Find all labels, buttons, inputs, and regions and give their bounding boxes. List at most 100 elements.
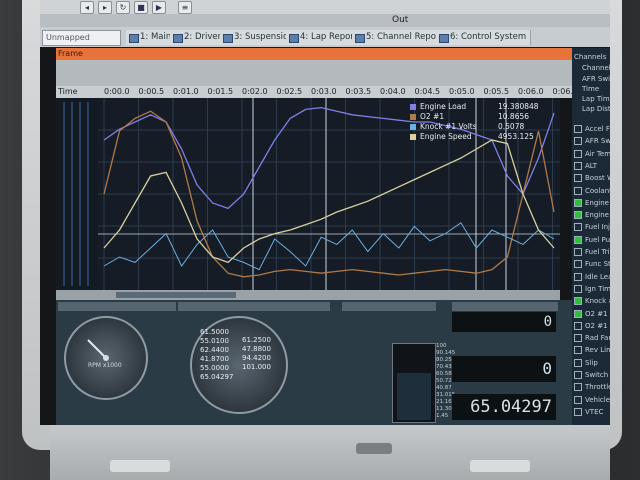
channel-checkbox[interactable] bbox=[574, 174, 582, 183]
channel-label: Func Status #1 bbox=[585, 260, 610, 269]
refresh-icon[interactable]: ↻ bbox=[116, 1, 130, 14]
channel-label: Rev Limit #2 bbox=[585, 346, 610, 355]
legend-swatch bbox=[410, 114, 416, 120]
channel-checkbox[interactable] bbox=[574, 186, 582, 195]
channel-item[interactable]: VTEC bbox=[574, 407, 610, 417]
channel-item[interactable]: ALT bbox=[574, 161, 610, 171]
channel-item[interactable]: Rev Limit #20.0 bbox=[574, 345, 610, 355]
channel-checkbox[interactable] bbox=[574, 149, 582, 158]
channel-item[interactable]: O2 #1 Filt Value5. bbox=[574, 321, 610, 331]
laptop-brand-logo bbox=[356, 443, 392, 454]
channel-item[interactable]: Engine Load19 bbox=[574, 198, 610, 208]
channel-item[interactable]: AFR Switch bbox=[574, 136, 610, 146]
tab-control-system[interactable]: 6: Control System bbox=[436, 30, 532, 45]
timeline-scrollbar[interactable] bbox=[56, 290, 560, 300]
rpm-label: RPM x1000 bbox=[88, 362, 122, 369]
channel-checkbox[interactable] bbox=[574, 309, 582, 318]
channel-checkbox[interactable] bbox=[574, 211, 582, 220]
channel-item[interactable]: Coolant Temp bbox=[574, 186, 610, 196]
channel-checkbox[interactable] bbox=[574, 223, 582, 232]
channel-item[interactable]: Boost WG Out bbox=[574, 173, 610, 183]
list-icon[interactable]: ≡ bbox=[178, 1, 192, 14]
channel-top-item[interactable]: Time bbox=[582, 84, 599, 94]
channel-checkbox[interactable] bbox=[574, 125, 582, 133]
channel-checkbox[interactable] bbox=[574, 346, 582, 355]
channel-checkbox[interactable] bbox=[574, 395, 582, 404]
channel-top-item[interactable]: Lap Time bbox=[582, 94, 610, 104]
channel-label: Air Temp bbox=[585, 149, 610, 158]
speed-extra-4: 101.000 bbox=[242, 363, 271, 371]
channel-checkbox[interactable] bbox=[574, 297, 582, 306]
channel-item[interactable]: Fuel Inj #01 Pulse bbox=[574, 222, 610, 232]
time-label: Time bbox=[58, 87, 78, 96]
channel-item[interactable]: Air Temp bbox=[574, 149, 610, 159]
legend-value: 0.5078 bbox=[498, 122, 525, 131]
forward-icon[interactable]: ▸ bbox=[98, 1, 112, 14]
channel-item[interactable]: Accel Fuel bbox=[574, 124, 610, 134]
tab-main[interactable]: 1: Main bbox=[126, 30, 177, 45]
channel-label: VTEC bbox=[585, 407, 604, 416]
tab-driver[interactable]: 2: Driver bbox=[170, 30, 227, 45]
rpm-dial: RPM x1000 bbox=[64, 316, 148, 400]
tab-lap-report[interactable]: 4: Lap Report bbox=[286, 30, 363, 45]
channel-item[interactable]: Ign Timing1 bbox=[574, 284, 610, 294]
legend-value: 19.380848 bbox=[498, 102, 539, 111]
channel-item[interactable]: Fuel Pump bbox=[574, 235, 610, 245]
frame-bar: Frame bbox=[56, 48, 574, 60]
channel-checkbox[interactable] bbox=[574, 161, 582, 170]
channel-checkbox[interactable] bbox=[574, 358, 582, 367]
channel-item[interactable]: Switch B/30 bbox=[574, 370, 610, 380]
channel-checkbox[interactable] bbox=[574, 198, 582, 207]
time-tick: 0:04.5 bbox=[414, 87, 441, 96]
time-tick: 0:02.0 bbox=[242, 87, 268, 96]
channel-item[interactable]: Knock #1 Volts0. bbox=[574, 296, 610, 306]
channel-item[interactable]: Slip bbox=[574, 358, 610, 368]
channel-item[interactable]: O2 #110. bbox=[574, 309, 610, 319]
gauge-panel: RPM x1000 61.5000 55.0100 62.4400 41.870… bbox=[56, 300, 572, 425]
channel-checkbox[interactable] bbox=[574, 272, 582, 281]
channel-checkbox[interactable] bbox=[574, 248, 582, 256]
channel-checkbox[interactable] bbox=[574, 137, 582, 146]
channel-item[interactable]: Func Status #1 bbox=[574, 259, 610, 269]
legend-entry: Knock #1 Volts 0.5078 bbox=[410, 122, 560, 132]
back-icon[interactable]: ◂ bbox=[80, 1, 94, 14]
channel-label: Fuel Trim (Accel) bbox=[585, 248, 610, 256]
channel-item[interactable]: Fuel Trim (Accel) bbox=[574, 247, 610, 257]
gauge-title-speed bbox=[178, 302, 330, 311]
tab-bar: Unmapped 1: Main 2: Driver 3: Suspension… bbox=[40, 27, 610, 47]
time-tick: 0:05.0 bbox=[449, 87, 475, 96]
channel-checkbox[interactable] bbox=[574, 383, 582, 392]
legend-value: 4953.125 bbox=[498, 132, 534, 141]
digit-small-1: 0 bbox=[452, 312, 556, 332]
channel-checkbox[interactable] bbox=[574, 407, 582, 416]
channel-checkbox[interactable] bbox=[574, 371, 582, 379]
laptop-screen: ◂ ▸ ↻ ■ ▶ ≡ Out Unmapped 1: Main 2: Driv… bbox=[40, 0, 610, 425]
channel-item[interactable]: Idle Learned Value0 bbox=[574, 272, 610, 282]
channel-label: Switch B/3 bbox=[585, 371, 610, 379]
layout-combo[interactable]: Unmapped bbox=[42, 30, 121, 46]
stop-icon[interactable]: ■ bbox=[134, 1, 148, 14]
channel-top-item[interactable]: AFR Switch bbox=[582, 74, 610, 84]
time-tick: 0:03.5 bbox=[345, 87, 372, 96]
channel-label: Accel Fuel bbox=[585, 125, 610, 133]
scroll-thumb[interactable] bbox=[116, 292, 236, 298]
channel-checkbox[interactable] bbox=[574, 284, 582, 293]
channel-item[interactable]: Engine Speed bbox=[574, 210, 610, 220]
panel-title: Channels bbox=[574, 53, 607, 61]
channel-item[interactable]: Vehicle Speed0 bbox=[574, 395, 610, 405]
channel-checkbox[interactable] bbox=[574, 321, 582, 330]
out-label: Out bbox=[392, 15, 409, 25]
channel-checkbox[interactable] bbox=[574, 260, 582, 269]
channel-checkbox[interactable] bbox=[574, 235, 582, 244]
gauge-title-digit bbox=[452, 302, 558, 311]
time-tick: 0:00.5 bbox=[138, 87, 165, 96]
channel-label: AFR Switch bbox=[585, 137, 610, 146]
channel-top-item[interactable]: Lap Distance [m] bbox=[582, 104, 610, 114]
channel-item[interactable]: Throttle65.0 bbox=[574, 382, 610, 392]
channel-checkbox[interactable] bbox=[574, 334, 582, 343]
play-icon[interactable]: ▶ bbox=[152, 1, 166, 14]
legend-swatch bbox=[410, 124, 416, 130]
channel-label: O2 #1 bbox=[585, 309, 608, 318]
laptop-button-right bbox=[470, 460, 530, 472]
channel-item[interactable]: Rad Fan bbox=[574, 333, 610, 343]
